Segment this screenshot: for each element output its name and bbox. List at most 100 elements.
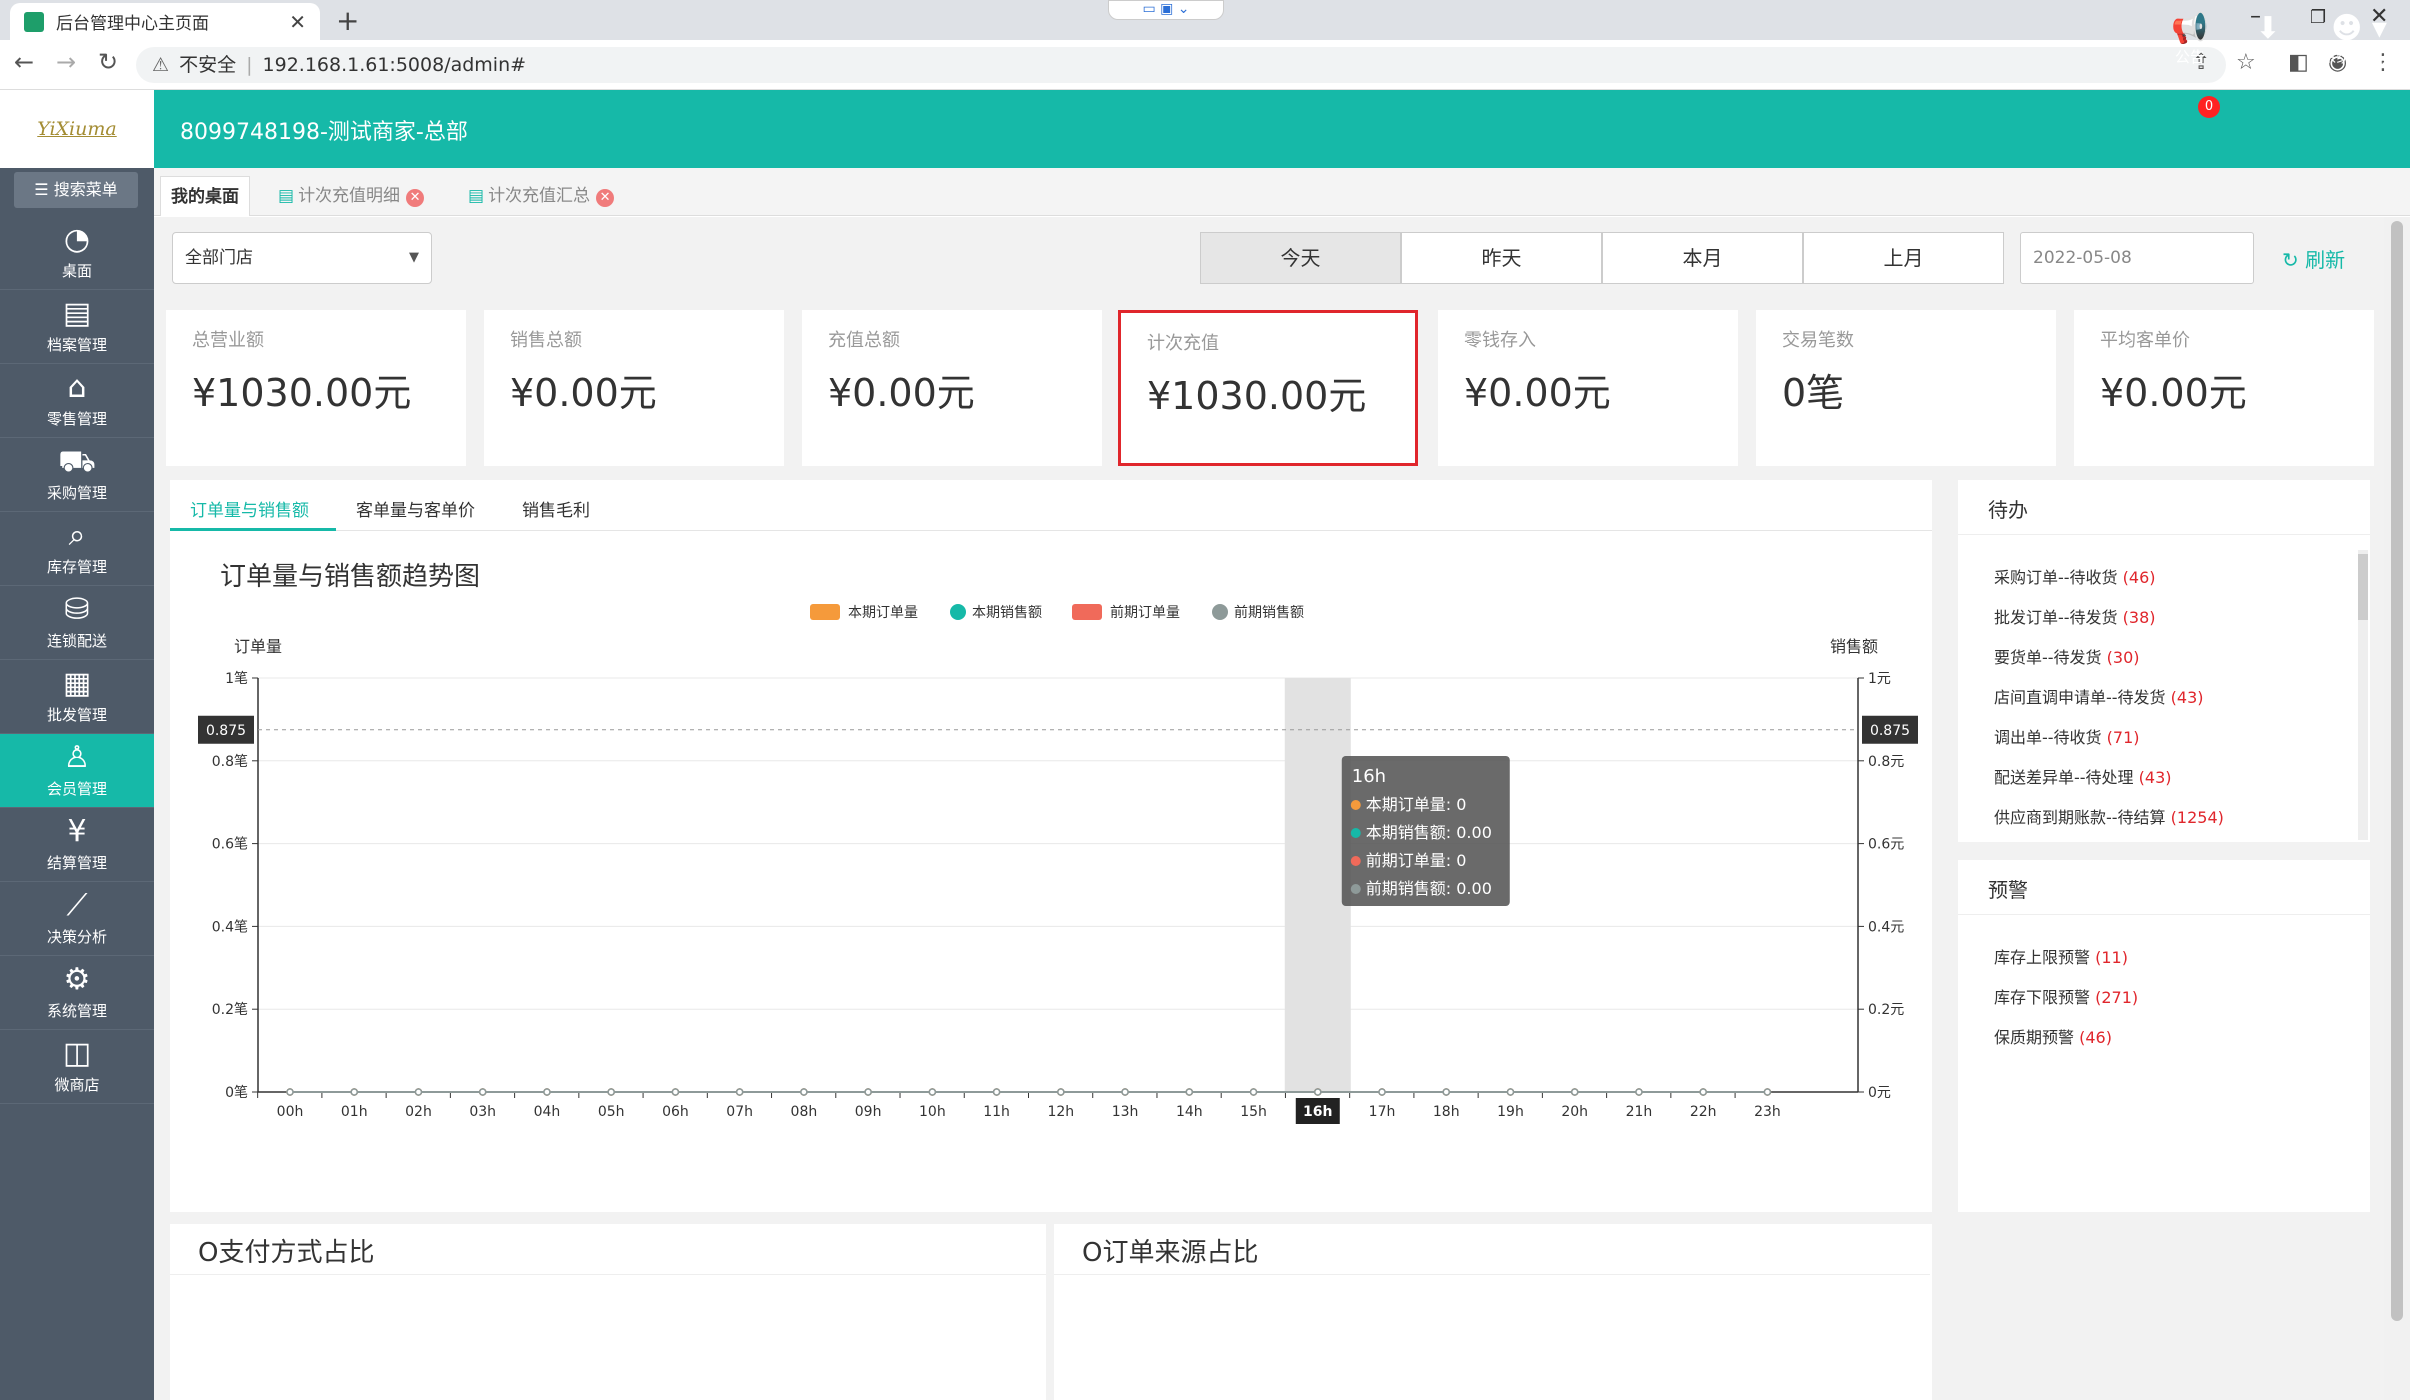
sidebar-item-microshop[interactable]: ◫ 微商店: [0, 1030, 154, 1104]
chart-tab-customers-price[interactable]: 客单量与客单价: [356, 496, 475, 521]
todo-item[interactable]: 配送差异单--待处理 (43): [1994, 764, 2172, 788]
todo-item[interactable]: 供应商到期账款--待结算 (1254): [1994, 804, 2224, 828]
tab-count-recharge-detail[interactable]: ▤ 计次充值明细 ✕: [268, 176, 434, 216]
refresh-button[interactable]: ↻ 刷新: [2282, 244, 2345, 273]
x-tick-label: 23h: [1754, 1104, 1781, 1120]
tab-label: 计次充值汇总: [488, 186, 591, 206]
sidebar-item-delivery[interactable]: ⛁ 连锁配送: [0, 586, 154, 660]
back-icon[interactable]: ←: [14, 48, 34, 76]
date-yesterday-button[interactable]: 昨天: [1401, 232, 1602, 284]
y-tick-label: 1元: [1868, 671, 1891, 687]
todo-item[interactable]: 店间直调申请单--待发货 (43): [1994, 684, 2204, 708]
date-last-month-button[interactable]: 上月: [1803, 232, 2004, 284]
sidebar-item-dashboard[interactable]: ◔ 桌面: [0, 216, 154, 290]
caret-down-icon: ▼: [409, 250, 419, 265]
warning-item-label: 保质期预警: [1994, 1028, 2075, 1047]
todo-scrollbar[interactable]: [2358, 550, 2368, 840]
page-scrollbar[interactable]: [2384, 217, 2410, 1400]
sidebar-item-inventory[interactable]: ⌕ 库存管理: [0, 512, 154, 586]
x-tick-label: 10h: [919, 1104, 946, 1120]
app-logo: YiXiuma: [0, 90, 154, 168]
card-value: 0笔: [1782, 371, 1845, 415]
todo-item[interactable]: 采购订单--待收货 (46): [1994, 564, 2156, 588]
todo-item[interactable]: 要货单--待发货 (30): [1994, 644, 2140, 668]
sidebar-item-member[interactable]: ♙ 会员管理: [0, 734, 154, 808]
page-scroll-thumb[interactable]: [2391, 221, 2403, 1321]
date-input[interactable]: 2022-05-08: [2020, 232, 2254, 284]
card-recharge-total: 充值总额 ¥0.00元: [802, 310, 1102, 466]
logo-text: YiXiuma: [37, 118, 117, 140]
todo-item-label: 供应商到期账款--待结算: [1994, 808, 2166, 827]
url-input[interactable]: ⚠ 不安全 | 192.168.1.61:5008/admin#: [136, 47, 2226, 83]
date-today-button[interactable]: 今天: [1200, 232, 1401, 284]
warning-item[interactable]: 库存下限预警 (271): [1994, 984, 2138, 1008]
close-tab-icon[interactable]: ✕: [406, 189, 425, 207]
todo-scroll-thumb[interactable]: [2358, 554, 2368, 620]
warning-item[interactable]: 库存上限预警 (11): [1994, 944, 2128, 968]
url-text: 192.168.1.61:5008/admin#: [262, 54, 527, 76]
chart-tab-gross-profit[interactable]: 销售毛利: [522, 496, 590, 521]
close-tab-icon[interactable]: ✕: [289, 10, 306, 34]
download-label: 下载: [2252, 48, 2283, 66]
sidebar-item-archive[interactable]: ▤ 档案管理: [0, 290, 154, 364]
download-button[interactable]: ⬇ 下载: [2238, 12, 2298, 67]
favicon-icon: [24, 11, 44, 32]
x-tick-label: 21h: [1626, 1104, 1653, 1120]
url-warning-text: 不安全: [179, 54, 237, 76]
store-icon: ⌂: [67, 370, 87, 405]
tab-my-desktop[interactable]: 我的桌面: [160, 176, 250, 216]
search-menu-button[interactable]: ☰ 搜索菜单: [14, 172, 138, 208]
reload-icon[interactable]: ↻: [98, 48, 118, 76]
sidebar-item-analysis[interactable]: ⟋ 决策分析: [0, 882, 154, 956]
screen-share-icon[interactable]: ▭ ▣ ⌄: [1108, 0, 1224, 20]
sidebar-item-purchase[interactable]: ⛟ 采购管理: [0, 438, 154, 512]
sidebar-item-label: 库存管理: [46, 558, 107, 576]
sidebar-item-wholesale[interactable]: ▦ 批发管理: [0, 660, 154, 734]
panel-divider: [1054, 1274, 1930, 1275]
todo-item[interactable]: 调出单--待收货 (71): [1994, 724, 2140, 748]
legend-swatch: [1212, 604, 1228, 620]
todo-title: 待办: [1988, 498, 2028, 522]
chart-legend: 本期订单量 本期销售额 前期订单量 前期销售额: [810, 604, 1304, 621]
notice-button[interactable]: 📢 公告: [2160, 12, 2220, 67]
series-point: [543, 1088, 551, 1096]
store-select[interactable]: 全部门店 ▼: [172, 232, 432, 284]
warning-item[interactable]: 保质期预警 (46): [1994, 1024, 2112, 1048]
sidebar-item-label: 档案管理: [46, 336, 107, 354]
card-sales-total: 销售总额 ¥0.00元: [484, 310, 784, 466]
close-tab-icon[interactable]: ✕: [596, 189, 615, 207]
browser-tab[interactable]: 后台管理中心主页面 ✕: [10, 3, 320, 40]
tab-count-recharge-summary[interactable]: ▤ 计次充值汇总 ✕: [458, 176, 624, 216]
todo-item-label: 批发订单--待发货: [1994, 608, 2118, 627]
series-point: [1699, 1088, 1707, 1096]
refresh-label: 刷新: [2305, 248, 2346, 272]
megaphone-icon: 📢: [2171, 11, 2209, 46]
trend-chart[interactable]: 本期订单量 本期销售额 前期订单量 前期销售额 订单量 销售额 00h 01h 02h 03…: [170, 596, 1932, 1136]
user-menu-button[interactable]: ☻ ▾ 系统管理员: [2314, 12, 2404, 67]
legend-swatch: [1072, 604, 1102, 620]
sidebar-item-settlement[interactable]: ¥ 结算管理: [0, 808, 154, 882]
x-tick-label: 22h: [1690, 1104, 1717, 1120]
todo-item[interactable]: 批发订单--待发货 (38): [1994, 604, 2156, 628]
settlement-icon: ¥: [67, 814, 87, 849]
todo-item-count: (43): [2170, 688, 2204, 707]
series-point: [1057, 1088, 1065, 1096]
series-point: [286, 1088, 294, 1096]
new-tab-icon[interactable]: +: [336, 4, 359, 37]
legend-label: 本期销售额: [972, 605, 1042, 621]
x-tick-label: 08h: [791, 1104, 818, 1120]
date-this-month-button[interactable]: 本月: [1602, 232, 1803, 284]
browser-tab-title: 后台管理中心主页面: [56, 14, 209, 34]
sidebar-item-system[interactable]: ⚙ 系统管理: [0, 956, 154, 1030]
x-tick-label: 01h: [341, 1104, 368, 1120]
sidebar-item-label: 微商店: [54, 1076, 100, 1094]
sidebar-item-retail[interactable]: ⌂ 零售管理: [0, 364, 154, 438]
chart-tab-orders-sales[interactable]: 订单量与销售额: [190, 496, 309, 521]
tooltip-dot: [1350, 884, 1361, 894]
y-tick-label: 0.8元: [1868, 754, 1904, 770]
x-tick-label: 11h: [983, 1104, 1010, 1120]
notice-badge: 0: [2198, 96, 2220, 118]
forward-icon[interactable]: →: [56, 48, 76, 76]
card-count-recharge: 计次充值 ¥1030.00元: [1118, 310, 1418, 466]
series-point: [478, 1088, 487, 1096]
